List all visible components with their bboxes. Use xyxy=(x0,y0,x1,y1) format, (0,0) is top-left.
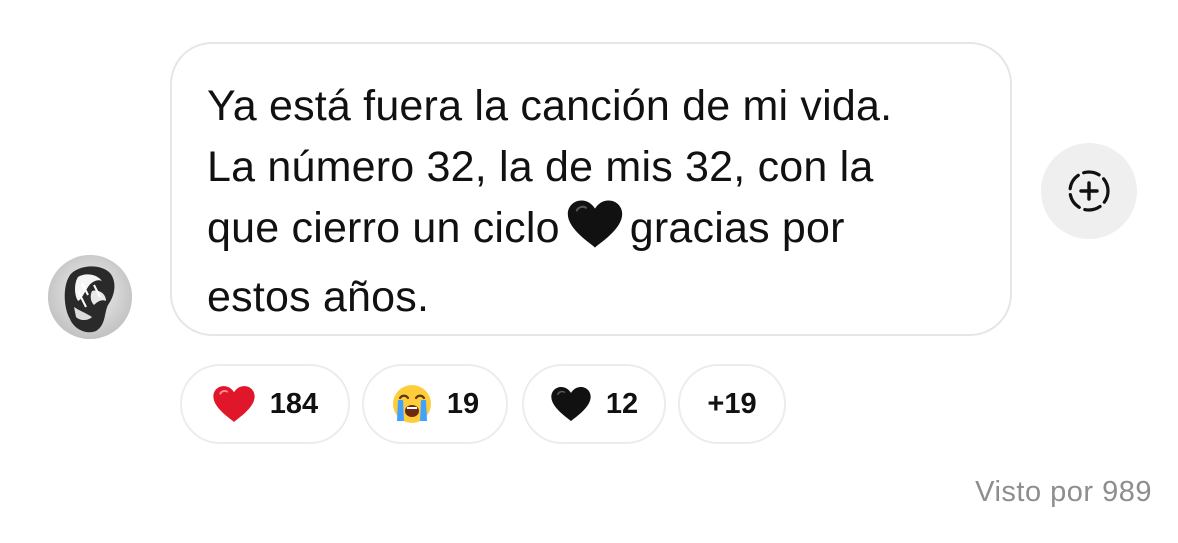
reaction-black-heart[interactable]: 12 xyxy=(522,364,666,444)
message-bubble[interactable]: Ya está fuera la canción de mi vida. La … xyxy=(170,42,1012,336)
reaction-more-count: +19 xyxy=(707,387,757,420)
reaction-count: 184 xyxy=(269,387,319,420)
message-line-1: Ya está fuera la canción de mi vida. xyxy=(207,82,893,130)
black-heart-icon xyxy=(550,385,592,423)
reaction-more[interactable]: +19 xyxy=(678,364,786,444)
avatar[interactable] xyxy=(48,255,132,339)
reaction-red-heart[interactable]: 184 xyxy=(180,364,350,444)
message-line-4: estos años. xyxy=(207,273,430,321)
message-line-3-text-end: gracias por xyxy=(629,204,845,252)
seen-by-text[interactable]: Visto por 989 xyxy=(975,476,1152,509)
message-line-2: La número 32, la de mis 32, con la xyxy=(207,143,874,191)
add-reaction-button[interactable] xyxy=(1041,143,1137,239)
avatar-image xyxy=(48,255,132,339)
black-heart-icon xyxy=(566,198,624,267)
reaction-count: 12 xyxy=(605,387,639,420)
message-line-3-text: que cierro un ciclo xyxy=(207,204,560,252)
reaction-crying-face[interactable]: 19 xyxy=(362,364,508,444)
add-reaction-icon xyxy=(1068,170,1110,212)
message-line-3: que cierro un ciclo gracias por xyxy=(207,198,980,267)
red-heart-icon xyxy=(212,384,256,424)
reaction-count: 19 xyxy=(446,387,480,420)
loudly-crying-face-icon xyxy=(391,383,433,425)
